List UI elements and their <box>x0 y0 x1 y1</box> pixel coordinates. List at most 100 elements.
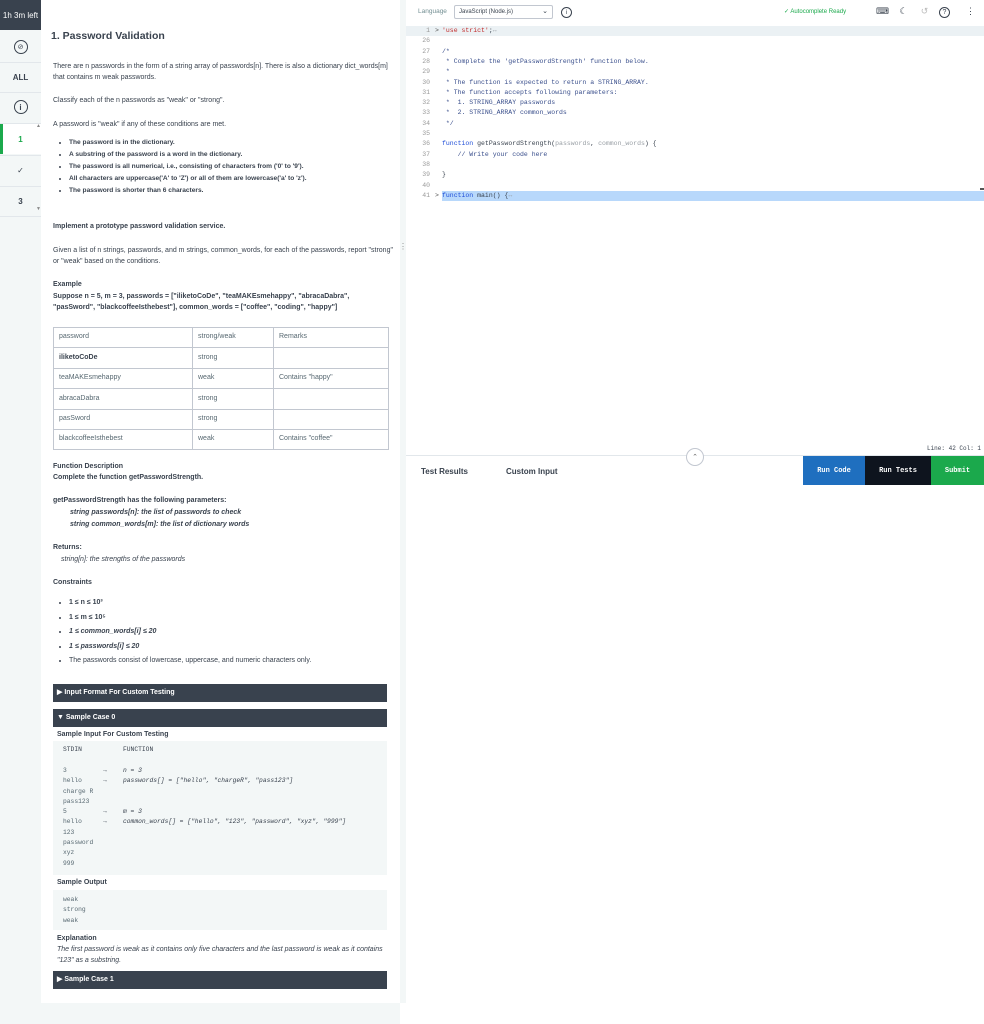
sample-case-0-toggle[interactable]: ▼ Sample Case 0 <box>53 709 387 727</box>
language-select[interactable]: JavaScript (Node.js) ⌄ <box>454 5 553 19</box>
condition-item: The password is in the dictionary. <box>69 138 399 149</box>
run-tests-button[interactable]: Run Tests <box>865 456 931 485</box>
line-number: 35 <box>422 130 430 137</box>
code-editor-panel: Language JavaScript (Node.js) ⌄ i ✓ Auto… <box>406 0 984 486</box>
table-header: password <box>53 326 193 349</box>
empty-area <box>406 486 984 1024</box>
theme-moon-icon[interactable]: ☾ <box>898 6 909 17</box>
table-cell: abracaDabra <box>53 388 193 410</box>
given-paragraph: Given a list of n strings, passwords, an… <box>53 247 393 265</box>
line-number: 40 <box>422 181 430 189</box>
table-cell: strong <box>192 347 274 369</box>
sample-output: weak strong weak <box>63 896 86 924</box>
returns-heading: Returns: <box>53 544 82 551</box>
info-icon[interactable]: i <box>0 92 41 122</box>
line-number: 26 <box>422 37 430 45</box>
sample-input-heading: Sample Input For Custom Testing <box>57 731 169 738</box>
code-line[interactable]: */ <box>442 119 454 129</box>
constraints-list: 1 ≤ n ≤ 10³ 1 ≤ m ≤ 10⁵ 1 ≤ common_words… <box>53 596 399 669</box>
table-row: pasSword strong <box>53 408 389 430</box>
submit-button[interactable]: Submit <box>931 456 984 485</box>
stdin-label: STDIN <box>63 746 82 753</box>
reset-icon[interactable]: ↺ <box>919 6 930 17</box>
example-line-2: "pasSword", "blackcoffeeIsthebest"], com… <box>53 304 338 311</box>
condition-item: All characters are uppercase('A' to 'Z')… <box>69 174 399 185</box>
table-header: Remarks <box>273 326 389 349</box>
line-number: 36 <box>422 140 430 148</box>
returns-text: string[n]: the strengths of the password… <box>61 556 186 563</box>
chevron-down-icon: ⌄ <box>542 8 548 15</box>
line-number: 34 <box>422 119 430 127</box>
code-line[interactable]: function main() {↔ <box>442 191 512 201</box>
input-format-toggle[interactable]: ▶ Input Format For Custom Testing <box>53 684 387 702</box>
sample-output-box <box>53 890 387 930</box>
sample-output-heading: Sample Output <box>57 879 107 886</box>
table-cell: blackcoffeeIsthebest <box>53 428 193 451</box>
language-label: Language <box>418 8 447 15</box>
question-2-check-icon[interactable]: ✓ <box>0 155 41 185</box>
condition-item: The password is all numerical, i.e., con… <box>69 162 399 173</box>
line-number: 37 <box>422 150 430 158</box>
line-number: 41 <box>422 191 430 199</box>
table-cell: iliketoCoDe <box>53 347 193 369</box>
chevron-up-icon[interactable]: ⌃ <box>686 448 704 466</box>
code-line[interactable]: * The function accepts following paramet… <box>442 88 618 98</box>
classify-paragraph: Classify each of the n passwords as "wea… <box>53 97 225 104</box>
fold-arrow-icon[interactable]: > <box>435 26 439 36</box>
code-line[interactable]: * The function is expected to return a S… <box>442 78 649 88</box>
run-code-button[interactable]: Run Code <box>803 456 865 485</box>
line-number: 30 <box>422 78 430 86</box>
fold-arrow-icon[interactable]: > <box>435 191 439 201</box>
table-row: teaMAKEsmehappy weak Contains "happy" <box>53 367 389 390</box>
line-number: 38 <box>422 160 430 168</box>
constraints-heading: Constraints <box>53 579 92 586</box>
constraint-item: 1 ≤ passwords[i] ≤ 20 <box>69 640 399 653</box>
more-options-icon[interactable]: ⋮ <box>965 6 976 17</box>
table-cell: Contains "happy" <box>273 367 389 390</box>
check-circle-icon: ✓ <box>784 9 790 15</box>
line-number: 1 <box>426 27 430 34</box>
table-cell: weak <box>192 428 274 451</box>
problem-statement-panel: 1. Password Validation There are n passw… <box>41 0 400 1003</box>
tab-custom-input[interactable]: Custom Input <box>506 467 558 476</box>
tab-test-results[interactable]: Test Results <box>421 467 468 476</box>
autocomplete-status[interactable]: ✓ Autocomplete Ready <box>784 8 846 15</box>
function-lines: n = 3 passwords[] = ["hello", "chargeR",… <box>123 767 346 826</box>
help-icon[interactable]: ? <box>939 7 950 18</box>
conditions-list: The password is in the dictionary. A sub… <box>53 138 399 198</box>
arrow-lines: → → → → <box>103 767 107 826</box>
line-number: 31 <box>422 88 430 96</box>
code-line[interactable]: * 2. STRING_ARRAY common_words <box>442 108 567 118</box>
constraint-item: 1 ≤ n ≤ 10³ <box>69 596 399 609</box>
parameter-common-words: string common_words[m]: the list of dict… <box>70 521 250 528</box>
code-line[interactable]: * <box>442 67 450 77</box>
table-row: abracaDabra strong <box>53 388 389 410</box>
code-area[interactable]: 1 >'use strict';↔ 26 27/* 28 * Complete the … <box>406 26 984 441</box>
code-line[interactable]: * 1. STRING_ARRAY passwords <box>442 98 555 108</box>
all-questions-button[interactable]: ALL <box>0 62 41 92</box>
question-sidebar: 1h 3m left ⊘ ALL i 1 ✓ 3 ▲ ▼ <box>0 0 41 1024</box>
code-line[interactable]: // Write your code here <box>442 150 548 160</box>
question-3-item[interactable]: 3 <box>0 186 41 216</box>
explanation-text: The first password is weak as it contain… <box>57 946 383 964</box>
keyboard-icon[interactable]: ⌨ <box>876 6 889 17</box>
sample-case-1-toggle[interactable]: ▶ Sample Case 1 <box>53 971 387 989</box>
example-heading: Example <box>53 281 82 288</box>
language-info-icon[interactable]: i <box>561 7 572 18</box>
code-line[interactable]: /* <box>442 47 450 57</box>
intro-paragraph: There are n passwords in the form of a s… <box>53 63 388 81</box>
constraint-item: 1 ≤ common_words[i] ≤ 20 <box>69 625 399 638</box>
code-line[interactable]: 'use strict';↔ <box>442 26 497 36</box>
editor-toolbar: Language JavaScript (Node.js) ⌄ i ✓ Auto… <box>406 0 984 26</box>
code-line[interactable]: * Complete the 'getPasswordStrength' fun… <box>442 57 649 67</box>
example-table: password strong/weak Remarks iliketoCoDe… <box>53 326 389 451</box>
question-1-item[interactable]: 1 <box>0 124 41 154</box>
code-line[interactable]: } <box>442 170 446 180</box>
parameter-passwords: string passwords[n]: the list of passwor… <box>70 509 242 516</box>
dashboard-icon[interactable]: ⊘ <box>0 32 41 62</box>
line-number: 29 <box>422 68 430 76</box>
bottom-gutter <box>41 1003 400 1024</box>
code-line[interactable]: function getPasswordStrength(passwords, … <box>442 139 657 149</box>
table-cell: pasSword <box>53 408 193 430</box>
scroll-marker <box>980 188 984 190</box>
